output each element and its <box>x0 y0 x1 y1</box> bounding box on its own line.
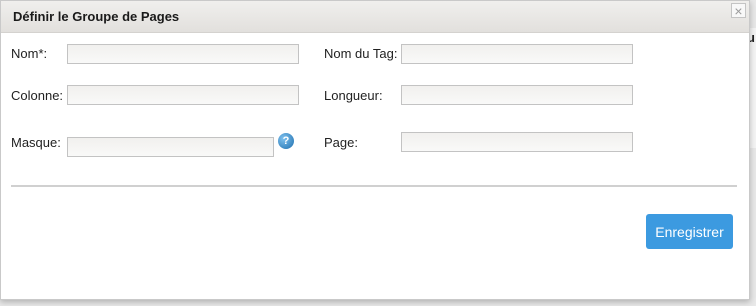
dialog-title: Définir le Groupe de Pages <box>13 9 180 24</box>
column-input[interactable] <box>67 85 299 105</box>
save-button[interactable]: Enregistrer <box>646 214 733 249</box>
define-page-group-dialog: Définir le Groupe de Pages × Nom*: Nom d… <box>0 0 750 300</box>
name-label: Nom*: <box>11 46 48 61</box>
tag-name-input[interactable] <box>401 44 633 64</box>
name-input[interactable] <box>67 44 299 64</box>
page-input[interactable] <box>401 132 633 152</box>
mask-input[interactable] <box>67 137 274 157</box>
mask-label: Masque: <box>11 135 61 150</box>
length-label: Longueur: <box>324 88 383 103</box>
length-input[interactable] <box>401 85 633 105</box>
dialog-titlebar: Définir le Groupe de Pages × <box>1 1 749 33</box>
tag-name-label: Nom du Tag: <box>324 46 398 61</box>
close-icon[interactable]: × <box>731 3 746 18</box>
column-label: Colonne: <box>11 88 64 103</box>
page: u Définir le Groupe de Pages × Nom*: Nom… <box>0 0 756 306</box>
form-divider <box>11 185 737 187</box>
page-label: Page: <box>324 135 358 150</box>
help-icon[interactable]: ? <box>278 133 294 149</box>
